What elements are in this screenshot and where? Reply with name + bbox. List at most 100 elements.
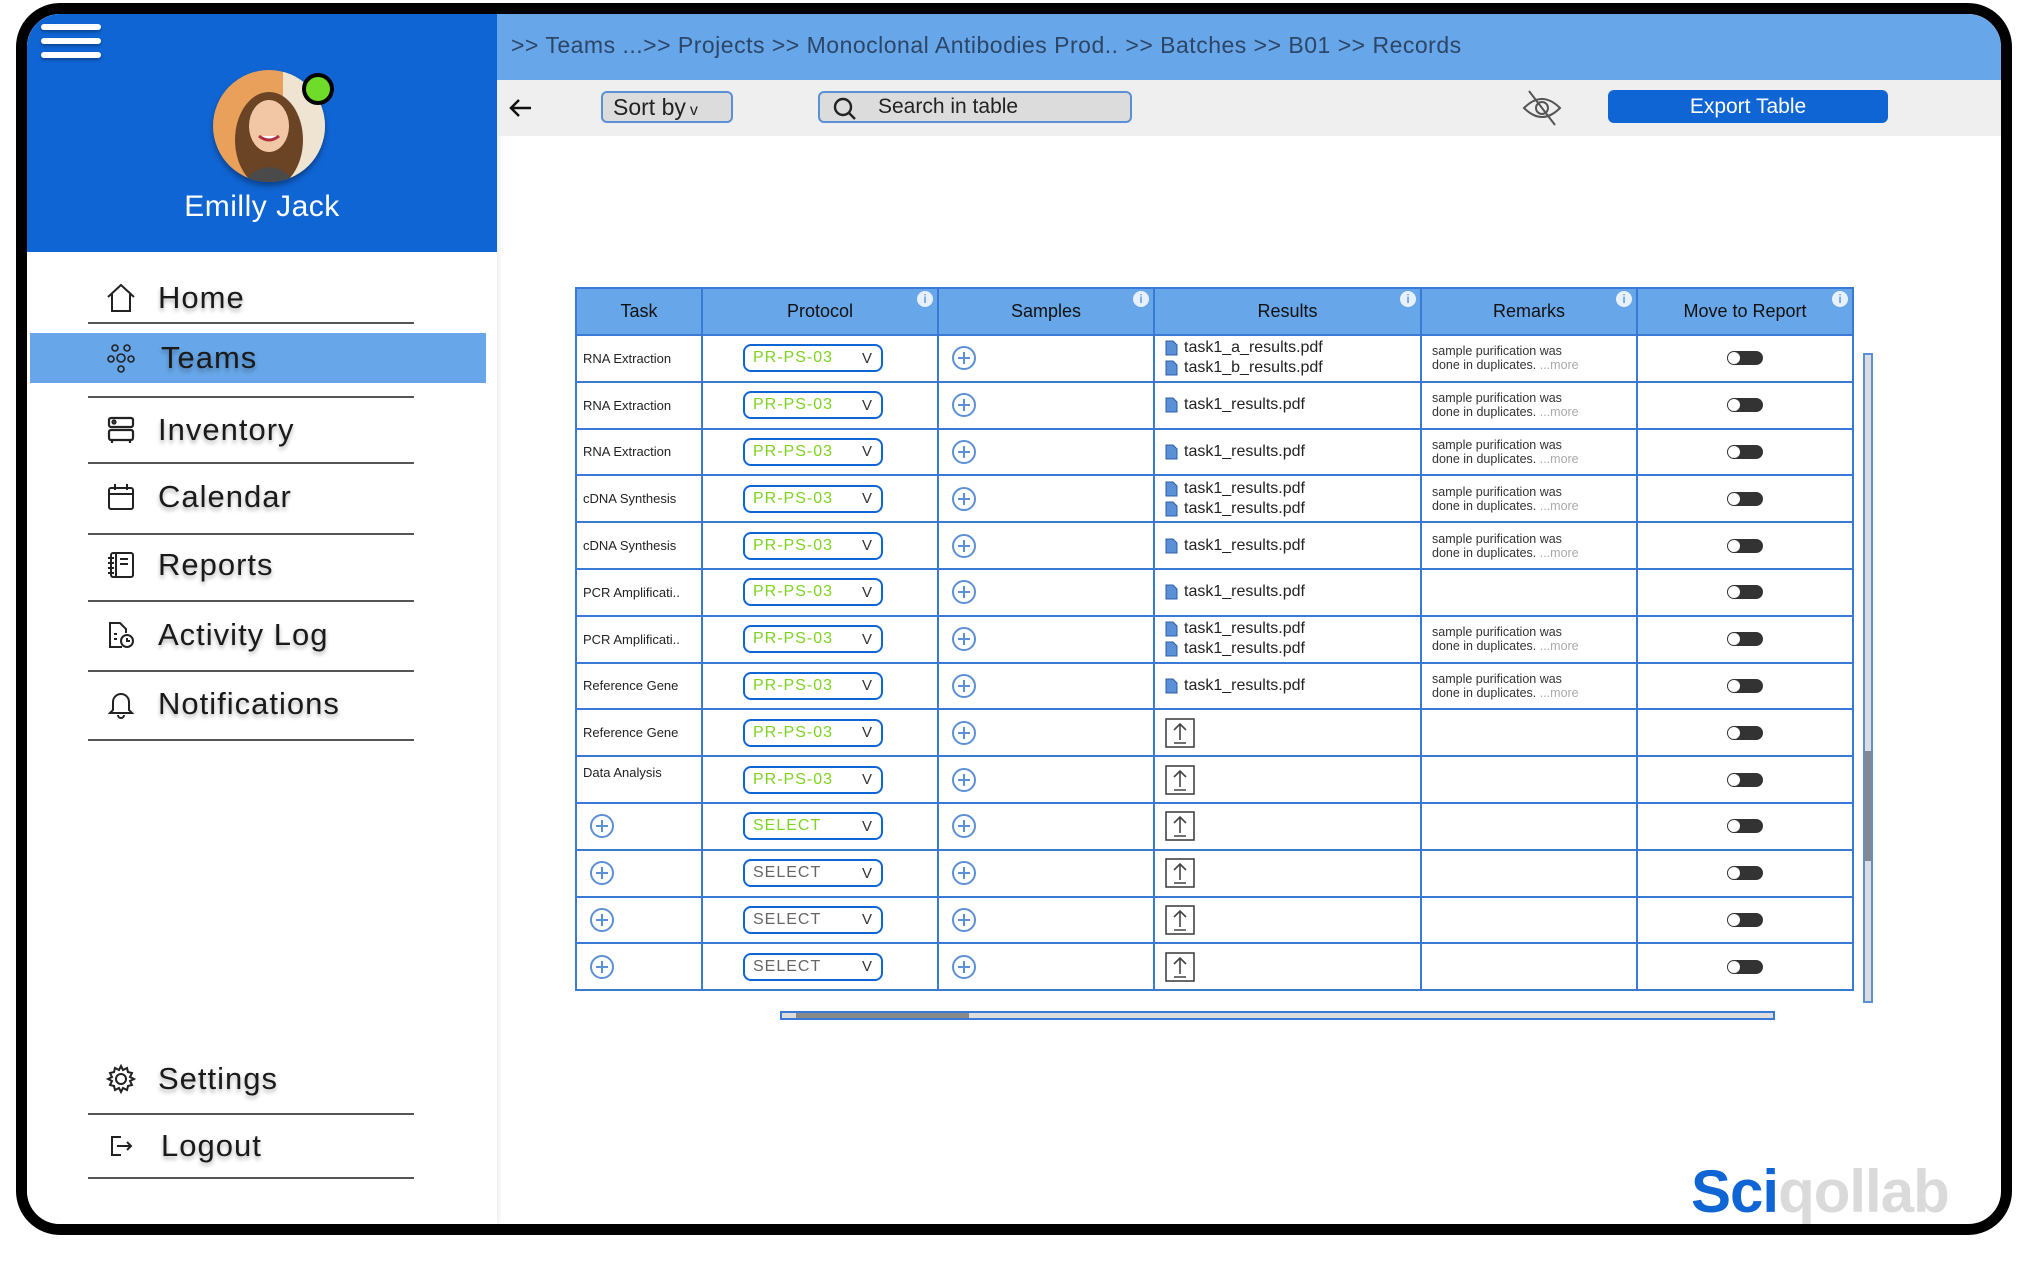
protocol-dropdown[interactable]: PR-PS-03 V [743,671,883,700]
move-to-report-toggle[interactable] [1727,351,1763,366]
move-to-report-toggle[interactable] [1727,772,1763,787]
result-file-link[interactable]: task1_results.pdf [1155,395,1420,415]
sidebar-item-inventory[interactable]: Inventory [27,405,497,455]
move-to-report-toggle[interactable] [1727,632,1763,647]
protocol-dropdown[interactable]: PR-PS-03 V [743,391,883,420]
hide-eye-slash-icon[interactable] [1521,88,1563,128]
add-sample-plus-icon[interactable] [951,860,977,886]
protocol-dropdown[interactable]: PR-PS-03 V [743,484,883,513]
add-task-plus-icon[interactable] [589,813,615,839]
more-link[interactable]: ...more [1540,639,1579,653]
info-icon[interactable]: i [1616,291,1632,307]
task-name[interactable]: cDNA Synthesis [583,491,676,506]
move-to-report-toggle[interactable] [1727,444,1763,459]
info-icon[interactable]: i [917,291,933,307]
result-file-link[interactable]: task1_b_results.pdf [1155,358,1420,378]
upload-icon[interactable] [1165,764,1195,795]
add-task-plus-icon[interactable] [589,954,615,980]
move-to-report-toggle[interactable] [1727,866,1763,881]
more-link[interactable]: ...more [1540,405,1579,419]
move-to-report-toggle[interactable] [1727,585,1763,600]
protocol-dropdown[interactable]: SELECT V [743,952,883,981]
upload-icon[interactable] [1165,858,1195,888]
search-input[interactable]: Search in table [818,91,1132,123]
protocol-dropdown[interactable]: SELECT V [743,905,883,934]
protocol-dropdown[interactable]: PR-PS-03 V [743,437,883,466]
protocol-dropdown[interactable]: PR-PS-03 V [743,531,883,560]
result-file-link[interactable]: task1_results.pdf [1155,582,1420,602]
sidebar-item-home[interactable]: Home [27,273,497,323]
sidebar-item-calendar[interactable]: Calendar [27,472,497,522]
sidebar-item-reports[interactable]: Reports [27,540,497,590]
breadcrumb[interactable]: >> Teams ...>> Projects >> Monoclonal An… [511,32,1462,59]
task-name[interactable]: PCR Amplificati.. [583,632,680,647]
add-sample-plus-icon[interactable] [951,392,977,418]
add-sample-plus-icon[interactable] [951,626,977,652]
protocol-dropdown[interactable]: PR-PS-03 V [743,625,883,654]
add-sample-plus-icon[interactable] [951,579,977,605]
task-name[interactable]: Reference Gene [583,725,678,740]
info-icon[interactable]: i [1133,291,1149,307]
task-name[interactable]: PCR Amplificati.. [583,585,680,600]
sidebar-item-teams[interactable]: Teams [30,333,486,383]
task-name[interactable]: RNA Extraction [583,444,671,459]
info-icon[interactable]: i [1400,291,1416,307]
result-file-link[interactable]: task1_a_results.pdf [1155,338,1420,358]
move-to-report-toggle[interactable] [1727,398,1763,413]
move-to-report-toggle[interactable] [1727,959,1763,974]
task-name[interactable]: cDNA Synthesis [583,538,676,553]
result-file-link[interactable]: task1_results.pdf [1155,676,1420,696]
add-sample-plus-icon[interactable] [951,486,977,512]
vertical-scrollbar-thumb[interactable] [1865,751,1871,861]
move-to-report-toggle[interactable] [1727,912,1763,927]
add-sample-plus-icon[interactable] [951,767,977,793]
upload-icon[interactable] [1165,951,1195,982]
task-name[interactable]: RNA Extraction [583,351,671,366]
add-task-plus-icon[interactable] [589,860,615,886]
protocol-dropdown[interactable]: PR-PS-03 V [743,765,883,794]
result-file-link[interactable]: task1_results.pdf [1155,442,1420,462]
result-file-link[interactable]: task1_results.pdf [1155,479,1420,499]
protocol-dropdown[interactable]: SELECT V [743,812,883,841]
task-name[interactable]: Data Analysis [583,765,662,780]
vertical-scrollbar[interactable] [1863,353,1873,1003]
sidebar-item-activity-log[interactable]: Activity Log [27,610,497,660]
add-sample-plus-icon[interactable] [951,673,977,699]
upload-icon[interactable] [1165,811,1195,842]
result-file-link[interactable]: task1_results.pdf [1155,639,1420,659]
result-file-link[interactable]: task1_results.pdf [1155,499,1420,519]
add-sample-plus-icon[interactable] [951,907,977,933]
sidebar-item-notifications[interactable]: Notifications [27,679,497,729]
move-to-report-toggle[interactable] [1727,678,1763,693]
protocol-dropdown[interactable]: PR-PS-03 V [743,344,883,373]
hamburger-menu-icon[interactable] [41,24,101,64]
sidebar-item-settings[interactable]: Settings [27,1054,497,1104]
add-sample-plus-icon[interactable] [951,954,977,980]
add-sample-plus-icon[interactable] [951,720,977,746]
add-sample-plus-icon[interactable] [951,345,977,371]
back-arrow-icon[interactable] [505,92,537,124]
result-file-link[interactable]: task1_results.pdf [1155,536,1420,556]
move-to-report-toggle[interactable] [1727,491,1763,506]
upload-icon[interactable] [1165,717,1195,748]
add-sample-plus-icon[interactable] [951,533,977,559]
protocol-dropdown[interactable]: PR-PS-03 V [743,578,883,607]
result-file-link[interactable]: task1_results.pdf [1155,619,1420,639]
move-to-report-toggle[interactable] [1727,819,1763,834]
sort-by-dropdown[interactable]: Sort by v [601,91,733,123]
add-sample-plus-icon[interactable] [951,439,977,465]
task-name[interactable]: RNA Extraction [583,398,671,413]
sidebar-item-logout[interactable]: Logout [27,1121,497,1171]
more-link[interactable]: ...more [1540,546,1579,560]
more-link[interactable]: ...more [1540,499,1579,513]
upload-icon[interactable] [1165,905,1195,935]
more-link[interactable]: ...more [1540,452,1579,466]
protocol-dropdown[interactable]: SELECT V [743,859,883,888]
export-table-button[interactable]: Export Table [1608,90,1888,123]
add-task-plus-icon[interactable] [589,907,615,933]
move-to-report-toggle[interactable] [1727,538,1763,553]
more-link[interactable]: ...more [1540,686,1579,700]
protocol-dropdown[interactable]: PR-PS-03 V [743,718,883,747]
info-icon[interactable]: i [1832,291,1848,307]
move-to-report-toggle[interactable] [1727,725,1763,740]
